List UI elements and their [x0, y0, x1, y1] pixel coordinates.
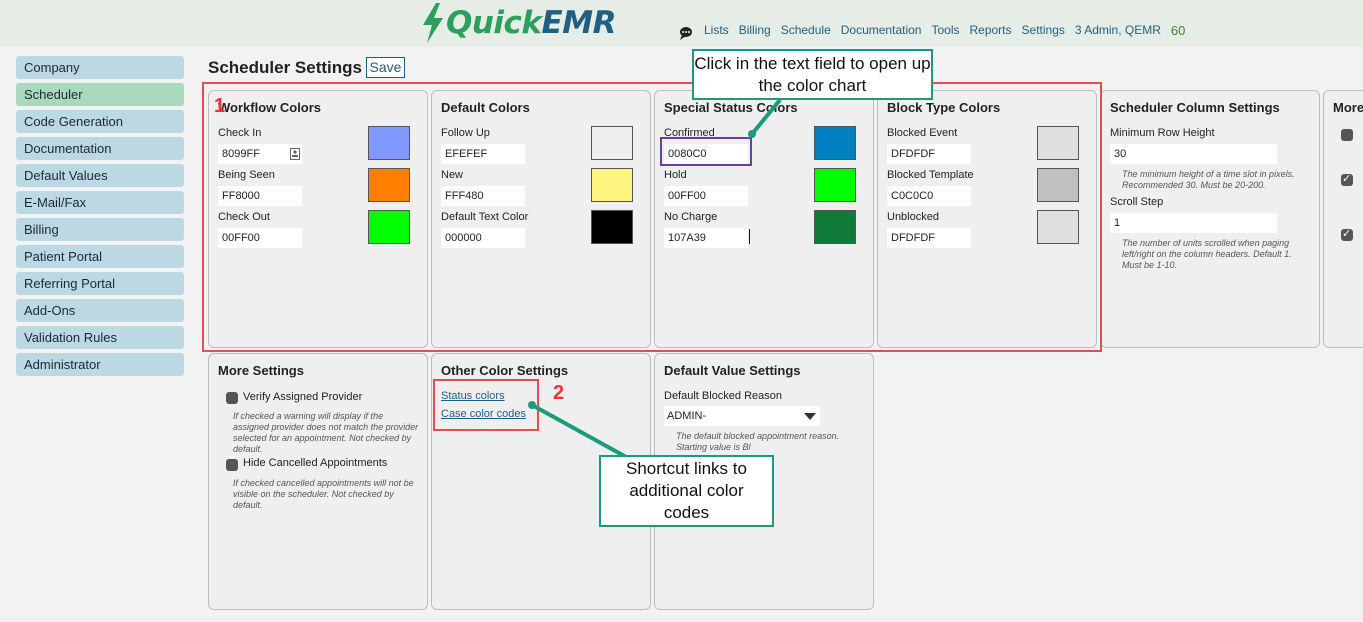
callout-color-chart: Click in the text field to open up the c… [692, 49, 933, 100]
callout-connectors [528, 98, 782, 460]
callout-shortcut-links: Shortcut links to additional color codes [599, 455, 774, 527]
